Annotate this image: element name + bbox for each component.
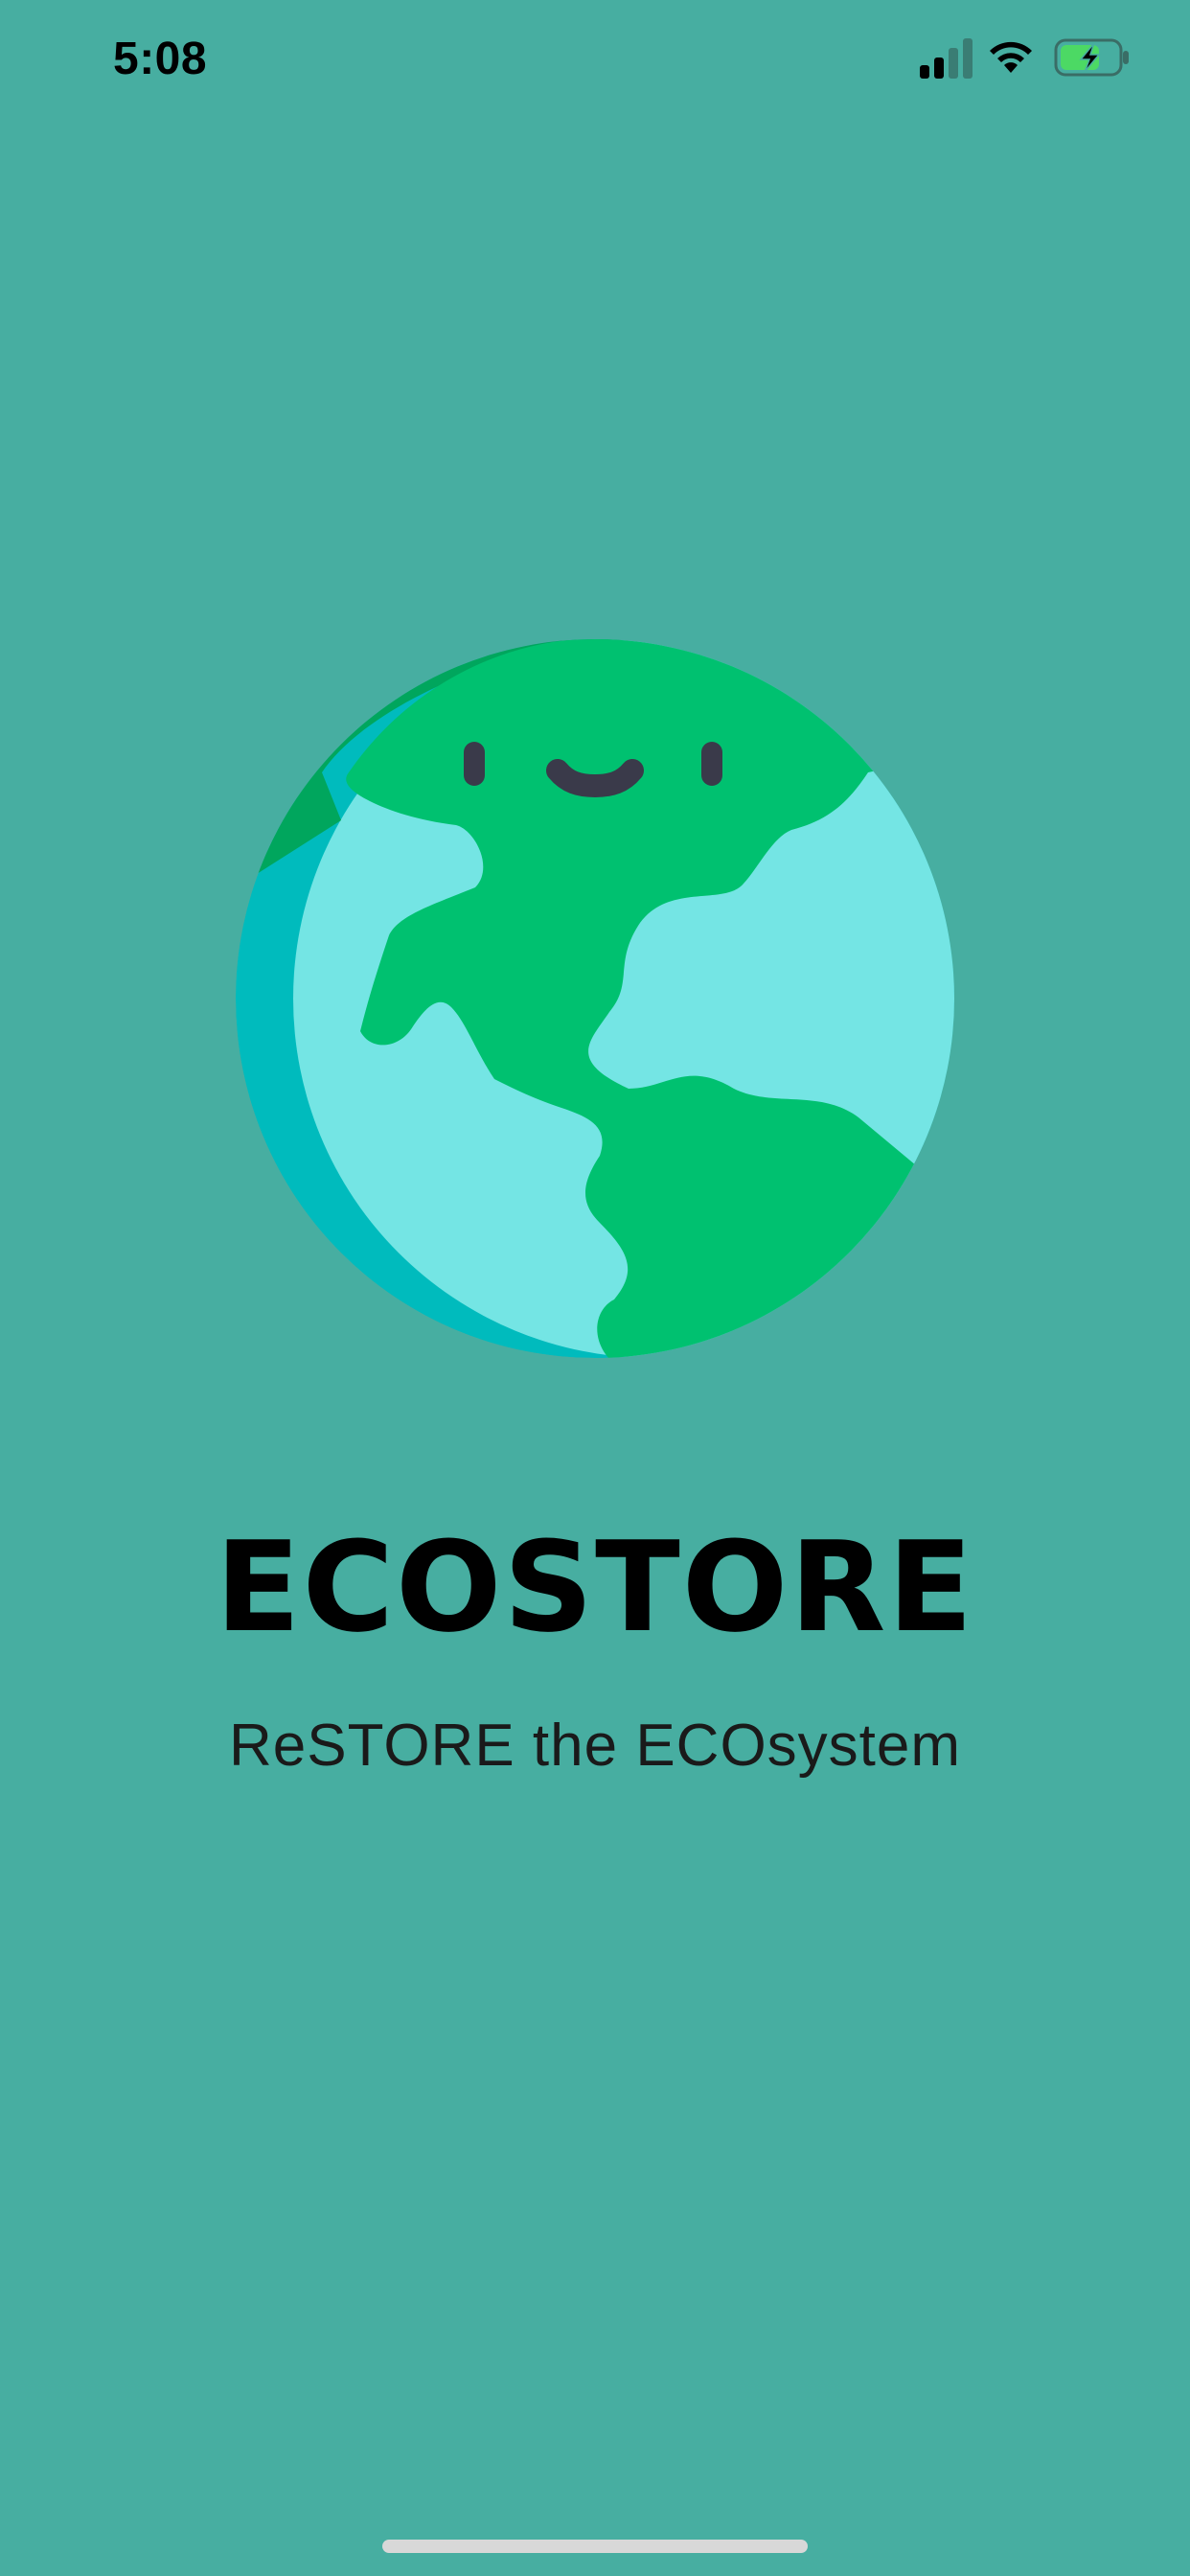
home-indicator[interactable] bbox=[382, 2540, 808, 2553]
splash-screen: ECOSTORE ReSTORE the ECOsystem bbox=[0, 0, 1190, 2576]
earth-globe-smiling-icon bbox=[236, 639, 954, 1358]
app-title: ECOSTORE bbox=[215, 1514, 975, 1660]
app-tagline: ReSTORE the ECOsystem bbox=[228, 1713, 962, 1779]
